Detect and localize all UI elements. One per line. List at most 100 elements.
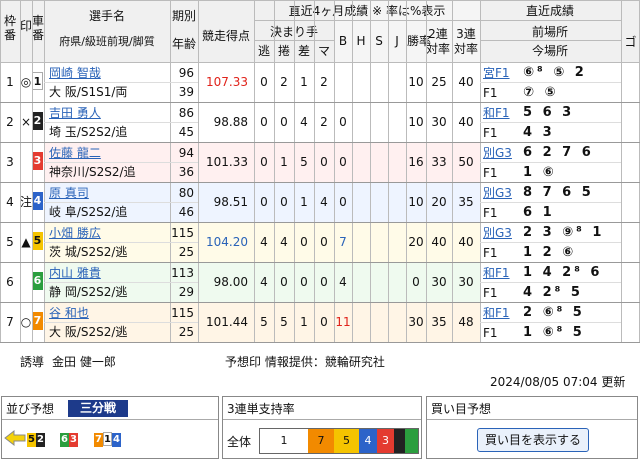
waku-number: 1 [6,75,14,89]
stat-b: 0 [339,155,347,169]
waku-number: 7 [6,315,14,329]
rentai2-rate: 33 [431,155,447,169]
grid-vline [334,0,335,342]
prev-results: 2 ⑥⁸ 5 [523,305,585,320]
rider-name-link[interactable]: 小畑 勝広 [49,227,101,239]
rentai2-rate: 30 [431,275,447,289]
curr-venue: F1 [483,286,498,300]
grid-hline [0,222,640,223]
car-number-badge: 6 [32,272,43,290]
grid-hline [480,202,621,203]
prev-venue-link[interactable]: 別G3 [483,187,512,199]
rider-name-link[interactable]: 吉田 勇人 [49,107,101,119]
grid-hline [480,282,621,283]
grid-vline [370,0,371,342]
rentai3-rate: 40 [458,235,474,249]
kimarite-mk: 2 [320,115,328,129]
kimarite-sashi: 4 [300,115,308,129]
header-mk: マ [317,44,330,58]
curr-venue: F1 [483,246,498,260]
grid-vline [480,0,481,342]
rider-age: 25 [178,245,194,259]
rider-name-link[interactable]: 谷 和也 [49,307,89,319]
rider-kibetsu: 115 [171,306,194,320]
prev-venue-link[interactable]: 別G3 [483,227,512,239]
grid-hline [0,302,640,303]
prev-results: 2 3 ⑨⁸ 1 [523,225,605,240]
prev-venue-link[interactable]: 和F1 [483,267,510,279]
support-cell-7 [405,429,418,453]
kimarite-mk: 0 [320,315,328,329]
show-buy-button[interactable]: 買い目を表示する [477,428,589,452]
kimarite-sashi: 5 [300,155,308,169]
grid-hline [0,0,640,1]
grid-hline [0,102,640,103]
stat-b: 4 [339,275,347,289]
curr-results: 1 ⑥⁸ 5 [523,325,585,340]
prev-venue-link[interactable]: 和F1 [483,307,510,319]
header-recent2: 直近成績 [525,4,574,18]
kimarite-nige: 0 [260,75,268,89]
rider-kibetsu: 94 [178,146,194,160]
rider-pref: 静 岡/S2S2/逃 [49,285,128,299]
curr-venue: F1 [483,86,498,100]
rentai2-rate: 30 [431,115,447,129]
rider-age: 45 [178,125,194,139]
kimarite-mk: 0 [320,235,328,249]
grid-vline [274,0,275,342]
kimarite-mk: 0 [320,155,328,169]
rider-name-link[interactable]: 岡崎 智哉 [49,67,101,79]
kimarite-sashi: 1 [300,315,308,329]
curr-results: ⑦ ⑤ [523,85,559,100]
header-score: 競走得点 [201,29,250,43]
support-cell-1: 1 [260,429,308,453]
prev-results: 8 7 6 5 [523,185,594,200]
curr-venue: F1 [483,126,498,140]
header-g: ゴ [624,35,637,49]
rider-pref: 茨 城/S2S2/逃 [49,245,128,259]
rider-score: 104.20 [206,235,248,249]
grid-vline [170,0,171,342]
grid-hline [44,82,198,83]
rider-name-link[interactable]: 内山 雅貴 [49,267,101,279]
prev-venue-link[interactable]: 宮F1 [483,67,510,79]
rider-pref: 岐 阜/S2S2/追 [49,205,128,219]
grid-hline [480,242,621,243]
rider-kibetsu: 115 [171,226,194,240]
kimarite-nige: 0 [260,115,268,129]
kimarite-sashi: 0 [300,235,308,249]
grid-hline [44,242,198,243]
narabi-title: 並び予想 [6,402,55,416]
grid-vline [32,0,33,342]
header-mark: 印 [20,19,33,33]
grid-hline [254,20,621,21]
grid-hline [44,162,198,163]
prediction-mark: ◎ [20,75,32,89]
win-rate: 10 [408,75,424,89]
kimarite-sashi: 1 [300,195,308,209]
prev-venue-link[interactable]: 和F1 [483,107,510,119]
kimarite-sashi: 0 [300,275,308,289]
grid-hline [480,122,621,123]
car-number-badge: 2 [32,112,43,130]
car-number-badge: 5 [32,232,43,250]
car-number-badge: 1 [32,72,43,90]
prev-venue-link[interactable]: 別G3 [483,147,512,159]
narabi-group-2: 63 [60,433,78,447]
win-rate: 16 [408,155,424,169]
rentai3-rate: 40 [458,115,474,129]
narabi-tab[interactable]: 三分戦 [68,400,128,417]
header-rentai2: 2連対率 [426,27,451,56]
waku-number: 6 [6,275,14,289]
kimarite-mk: 0 [320,275,328,289]
header-b: B [338,34,348,48]
header-waku: 枠番 [3,14,16,42]
stat-b: 0 [339,115,347,129]
rider-name-link[interactable]: 原 真司 [49,187,89,199]
rentai3-rate: 35 [458,195,474,209]
rider-name-link[interactable]: 佐藤 龍二 [49,147,101,159]
win-rate: 20 [408,235,424,249]
header-curr: 今場所 [531,44,568,58]
kimarite-sashi: 1 [300,75,308,89]
kimarite-makuri: 0 [280,275,288,289]
